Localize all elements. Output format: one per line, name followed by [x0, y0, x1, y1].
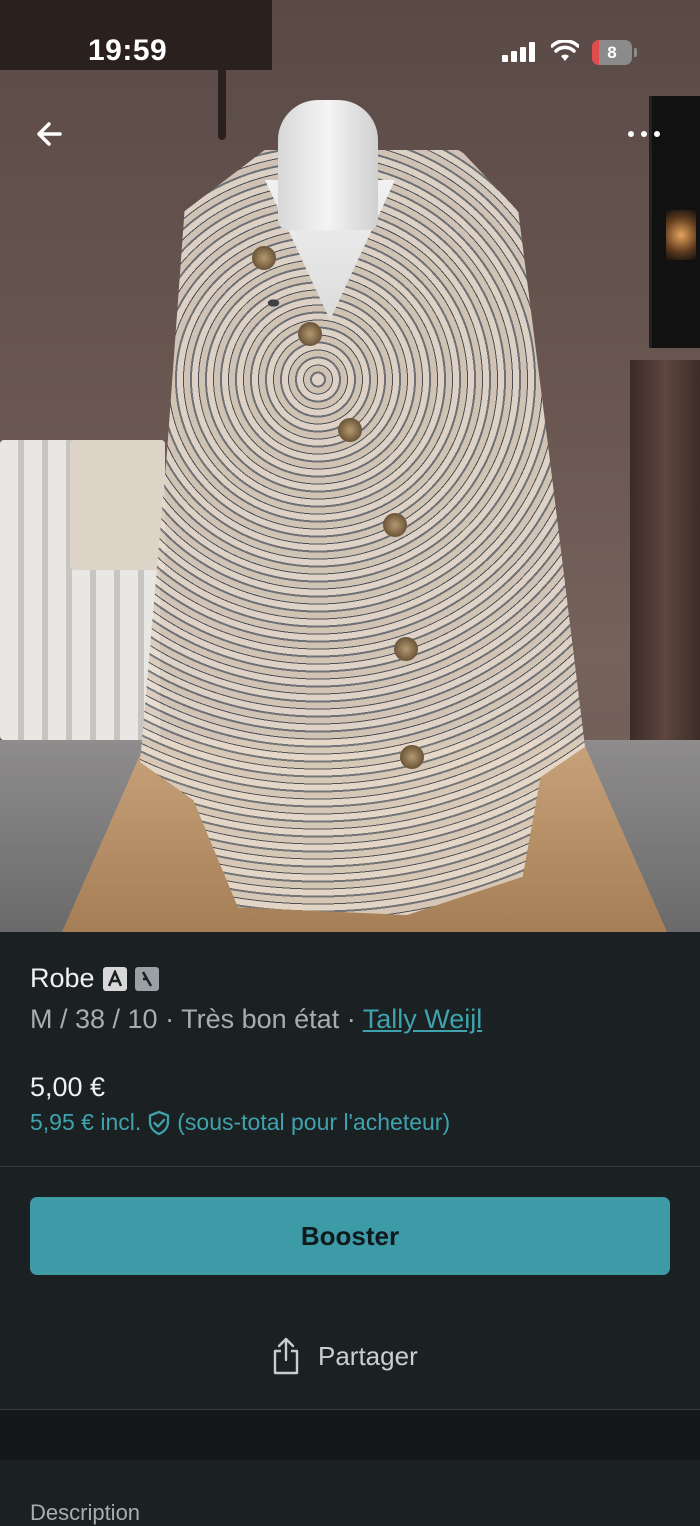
divider [0, 1166, 700, 1167]
dress-button [394, 637, 418, 661]
meta-separator: · [165, 1004, 175, 1034]
snake-print-dress [140, 150, 585, 915]
meta-separator: · [346, 1004, 356, 1034]
battery-tip [634, 48, 637, 57]
item-meta: M / 38 / 10 · Très bon état · Tally Weij… [30, 1004, 482, 1035]
arrow-left-icon [37, 122, 62, 146]
more-options-button[interactable] [628, 122, 672, 146]
shelf-bracket [218, 70, 226, 140]
share-icon [273, 1337, 299, 1375]
person-badge-icon [134, 966, 159, 991]
item-photo[interactable] [0, 0, 700, 932]
wifi-icon [550, 38, 580, 69]
ai-badge-icon [102, 966, 127, 991]
back-button[interactable] [30, 112, 74, 156]
dress-button [252, 246, 276, 270]
brand-link[interactable]: Tally Weijl [363, 1004, 483, 1034]
more-dot-icon [628, 131, 634, 137]
booster-button[interactable]: Booster [30, 1197, 670, 1275]
battery-level: 8 [607, 43, 617, 62]
dress-button [400, 745, 424, 769]
mannequin-neck [278, 100, 378, 230]
status-time: 19:59 [88, 34, 168, 67]
description-heading: Description [30, 1500, 141, 1525]
towel [70, 440, 165, 570]
more-dot-icon [654, 131, 660, 137]
tv-glow [666, 210, 696, 260]
dress-button [383, 513, 407, 537]
cellular-signal-icon [502, 42, 538, 62]
item-price: 5,00 € [30, 1072, 106, 1102]
dress-button [338, 418, 362, 442]
more-dot-icon [641, 131, 647, 137]
item-size: M / 38 / 10 [30, 1004, 158, 1034]
item-condition: Très bon état [181, 1004, 340, 1034]
item-title: Robe [30, 963, 95, 993]
shield-check-icon [149, 1110, 170, 1135]
price-incl-amount: 5,95 € incl. [30, 1109, 142, 1135]
battery-icon: 8 [592, 40, 632, 65]
price-incl-note: (sous-total pour l'acheteur) [177, 1109, 451, 1135]
share-label: Partager [318, 1340, 418, 1371]
price-incl-row[interactable]: 5,95 € incl. (sous-total pour l'acheteur… [30, 1109, 450, 1136]
section-spacer [0, 1409, 700, 1460]
share-button[interactable]: Partager [270, 1336, 418, 1376]
dress-button [298, 322, 322, 346]
item-title-row: Robe [30, 963, 159, 994]
